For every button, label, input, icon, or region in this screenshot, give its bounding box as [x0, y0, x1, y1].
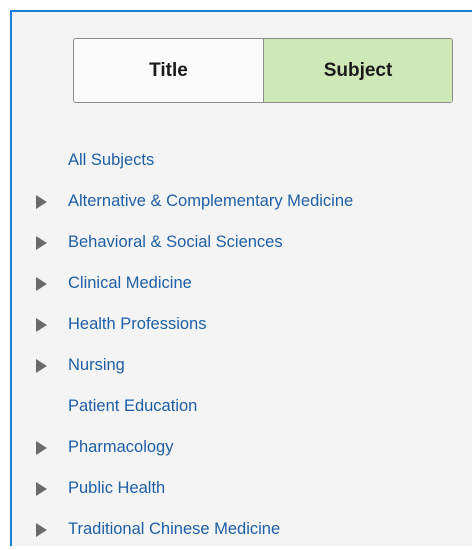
subject-link-pharmacology[interactable]: Pharmacology [68, 438, 173, 457]
subject-link-alternative-complementary-medicine[interactable]: Alternative & Complementary Medicine [68, 192, 353, 211]
expand-arrow-icon[interactable] [36, 194, 47, 209]
subject-list: All Subjects Alternative & Complementary… [12, 140, 472, 550]
subject-item-alternative-complementary-medicine: Alternative & Complementary Medicine [12, 181, 472, 222]
subject-item-traditional-chinese-medicine: Traditional Chinese Medicine [12, 509, 472, 550]
subject-item-health-professions: Health Professions [12, 304, 472, 345]
expand-arrow-icon[interactable] [36, 235, 47, 250]
subject-item-pharmacology: Pharmacology [12, 427, 472, 468]
subject-item-nursing: Nursing [12, 345, 472, 386]
subject-link-traditional-chinese-medicine[interactable]: Traditional Chinese Medicine [68, 520, 280, 539]
browse-mode-toggle: Title Subject [73, 38, 453, 103]
subject-item-patient-education: Patient Education [12, 386, 472, 427]
subject-link-public-health[interactable]: Public Health [68, 479, 165, 498]
subject-item-public-health: Public Health [12, 468, 472, 509]
subject-link-all-subjects[interactable]: All Subjects [68, 151, 154, 170]
browse-panel: Title Subject All Subjects Alternative &… [10, 10, 472, 546]
expand-arrow-icon[interactable] [36, 481, 47, 496]
subject-link-patient-education[interactable]: Patient Education [68, 397, 197, 416]
expand-arrow-icon[interactable] [36, 276, 47, 291]
expand-arrow-icon[interactable] [36, 317, 47, 332]
subject-link-clinical-medicine[interactable]: Clinical Medicine [68, 274, 192, 293]
subject-link-health-professions[interactable]: Health Professions [68, 315, 207, 334]
expand-arrow-icon[interactable] [36, 358, 47, 373]
subject-item-behavioral-social-sciences: Behavioral & Social Sciences [12, 222, 472, 263]
subject-link-behavioral-social-sciences[interactable]: Behavioral & Social Sciences [68, 233, 283, 252]
subject-item-clinical-medicine: Clinical Medicine [12, 263, 472, 304]
expand-arrow-icon[interactable] [36, 522, 47, 537]
expand-arrow-icon[interactable] [36, 440, 47, 455]
subject-tab-button[interactable]: Subject [263, 39, 452, 102]
subject-link-nursing[interactable]: Nursing [68, 356, 125, 375]
subject-item-all-subjects: All Subjects [12, 140, 472, 181]
title-tab-button[interactable]: Title [74, 39, 263, 102]
